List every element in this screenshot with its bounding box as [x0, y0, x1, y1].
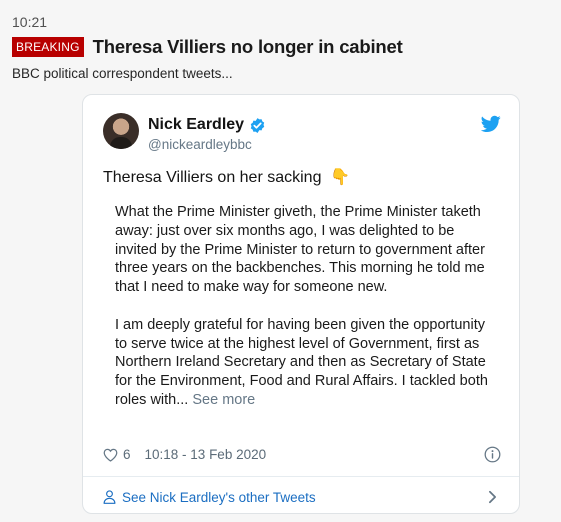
- tweet-text: Theresa Villiers on her sacking 👇: [103, 167, 350, 187]
- avatar[interactable]: [103, 113, 139, 149]
- embedded-tweet: Nick Eardley @nickeardleybbc Theresa Vil…: [82, 94, 520, 514]
- info-icon[interactable]: [484, 446, 501, 463]
- card-divider: [83, 476, 519, 477]
- quoted-statement: What the Prime Minister giveth, the Prim…: [115, 203, 491, 410]
- quote-paragraph-2: I am deeply grateful for having been giv…: [115, 316, 491, 410]
- pointing-down-emoji-icon: 👇: [329, 169, 350, 186]
- post-subline: BBC political correspondent tweets...: [12, 66, 233, 81]
- tweet-text-content: Theresa Villiers on her sacking: [103, 169, 322, 186]
- quote-paragraph-1: What the Prime Minister giveth, the Prim…: [115, 204, 485, 296]
- post-headline: Theresa Villiers no longer in cabinet: [92, 36, 403, 57]
- author-name[interactable]: Nick Eardley: [148, 116, 266, 134]
- heart-icon[interactable]: [103, 448, 118, 462]
- see-more-link[interactable]: See more: [192, 392, 255, 408]
- author-handle[interactable]: @nickeardleybbc: [148, 137, 252, 152]
- verified-badge-icon: [250, 117, 265, 133]
- tweet-timestamp[interactable]: 10:18 - 13 Feb 2020: [145, 447, 267, 462]
- quote-paragraph-2-text: I am deeply grateful for having been giv…: [115, 316, 488, 408]
- tweet-meta: 6 10:18 - 13 Feb 2020: [103, 446, 503, 463]
- chevron-right-icon: [489, 490, 496, 504]
- other-tweets-label: See Nick Eardley's other Tweets: [122, 489, 316, 505]
- breaking-badge: BREAKING: [12, 37, 84, 57]
- headline-row: BREAKING Theresa Villiers no longer in c…: [12, 36, 403, 58]
- post-time: 10:21: [12, 14, 48, 30]
- other-tweets-link[interactable]: See Nick Eardley's other Tweets: [103, 487, 501, 507]
- twitter-bird-icon[interactable]: [481, 115, 501, 133]
- live-post: 10:21 BREAKING Theresa Villiers no longe…: [0, 0, 561, 522]
- person-icon: [103, 490, 116, 504]
- author-name-text: Nick Eardley: [148, 116, 245, 133]
- like-count[interactable]: 6: [123, 447, 131, 462]
